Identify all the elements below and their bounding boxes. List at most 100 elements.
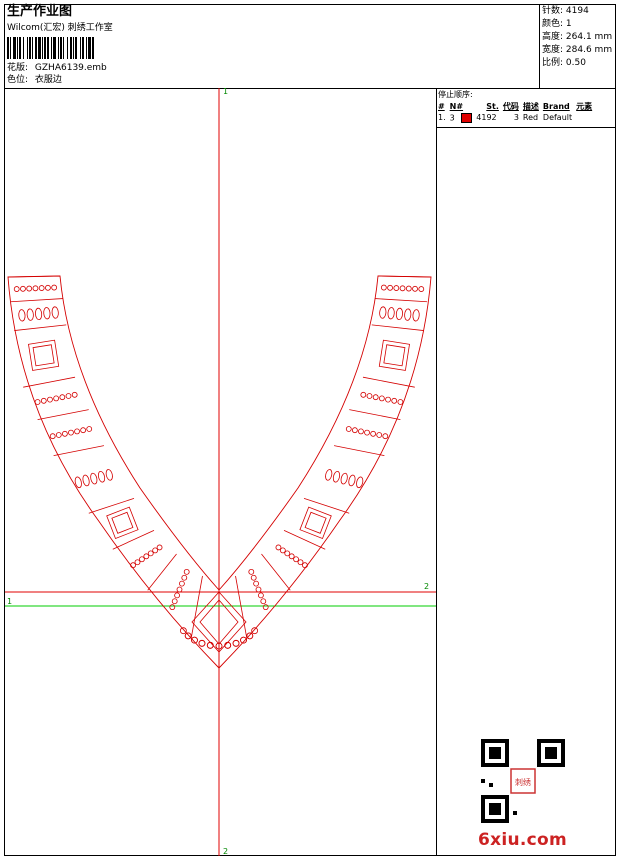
center-bead	[246, 632, 254, 640]
circle-motif	[360, 391, 367, 398]
square-motif-frame	[378, 339, 410, 371]
oval-motif	[395, 307, 403, 321]
circle-motif	[293, 556, 299, 563]
square-motif	[304, 511, 327, 534]
center-bead	[206, 641, 214, 649]
circle-motif	[134, 559, 141, 566]
oval-motif	[51, 306, 59, 319]
oval-motif	[97, 470, 106, 483]
square-motif-frame	[106, 506, 139, 539]
oval-motif	[387, 307, 395, 320]
square-motif-frame	[28, 339, 60, 371]
circle-motif	[45, 284, 51, 291]
circle-motif	[366, 393, 373, 399]
band-divider	[261, 553, 291, 591]
band-divider	[7, 275, 61, 278]
circle-motif	[412, 285, 418, 292]
square-motif	[111, 511, 134, 534]
band-divider	[147, 553, 177, 591]
circle-motif	[248, 568, 255, 575]
qr-module	[489, 783, 493, 787]
center-bead	[232, 639, 240, 647]
circle-motif	[380, 284, 387, 291]
circle-motif	[86, 426, 93, 432]
circle-motif	[250, 574, 257, 581]
circle-motif	[55, 432, 62, 438]
circle-motif	[152, 547, 159, 554]
circle-motif	[176, 586, 183, 593]
band-divider	[377, 275, 431, 278]
circle-motif	[20, 285, 26, 292]
circle-motif	[345, 426, 352, 432]
qr-module	[481, 779, 485, 783]
circle-motif	[418, 286, 425, 292]
qr-module	[513, 811, 517, 815]
circle-motif	[275, 544, 282, 551]
watermark-text: 6xiu.com	[478, 830, 568, 850]
svg-text:刺绣: 刺绣	[515, 777, 531, 787]
circle-motif	[391, 397, 398, 404]
design-canvas	[5, 88, 436, 856]
circle-motif	[288, 553, 295, 560]
circle-motif	[405, 285, 412, 292]
oval-motif	[412, 309, 420, 322]
circle-motif	[143, 553, 150, 560]
circle-motif	[53, 395, 60, 402]
band-divider	[303, 498, 350, 514]
circle-motif	[279, 547, 286, 554]
circle-motif	[358, 428, 364, 435]
band-divider	[371, 324, 424, 331]
circle-motif	[61, 430, 68, 437]
oval-motif	[404, 308, 412, 321]
circle-motif	[169, 604, 176, 611]
axis-label-bottom: 2	[223, 847, 229, 856]
circle-motif	[376, 432, 383, 438]
circle-motif	[370, 430, 377, 437]
circle-motif	[47, 396, 53, 403]
square-motif-frame	[299, 506, 332, 539]
qr-finder-core	[489, 803, 501, 815]
qr-finder-core	[489, 747, 501, 759]
circle-motif	[257, 592, 264, 599]
circle-motif	[393, 285, 400, 291]
band-divider	[235, 575, 248, 638]
circle-motif	[32, 285, 39, 292]
circle-motif	[302, 562, 308, 569]
oval-motif	[379, 306, 387, 319]
band-divider	[53, 445, 104, 456]
circle-motif	[284, 550, 291, 557]
circle-motif	[147, 550, 154, 557]
circle-motif	[178, 580, 185, 587]
axis-label-top: 1	[223, 87, 229, 96]
band-divider	[375, 298, 428, 303]
oval-motif	[325, 469, 333, 481]
circle-motif	[181, 574, 188, 581]
center-bead	[179, 627, 187, 635]
oval-motif	[35, 307, 43, 321]
band-divider	[14, 324, 67, 331]
circle-motif	[65, 393, 72, 399]
oval-motif	[82, 474, 90, 487]
oval-motif	[348, 474, 356, 487]
circle-motif	[156, 544, 163, 551]
circle-motif	[385, 396, 391, 403]
center-bead	[198, 639, 206, 647]
qr-code: 刺绣	[481, 739, 565, 823]
square-motif	[32, 344, 55, 367]
circle-motif	[253, 580, 260, 587]
circle-motif	[59, 394, 66, 401]
circle-motif	[378, 395, 385, 402]
circle-motif	[387, 284, 393, 291]
band-divider	[23, 376, 76, 388]
oval-motif	[26, 308, 34, 321]
oval-motif	[105, 469, 113, 481]
circle-motif	[49, 433, 56, 440]
circle-motif	[171, 598, 178, 605]
circle-motif	[68, 429, 74, 436]
circle-motif	[372, 394, 379, 401]
center-bead	[251, 627, 259, 635]
oval-motif	[43, 307, 51, 320]
circle-motif	[297, 559, 304, 566]
qr-finder-core	[545, 747, 557, 759]
circle-motif	[183, 568, 190, 575]
